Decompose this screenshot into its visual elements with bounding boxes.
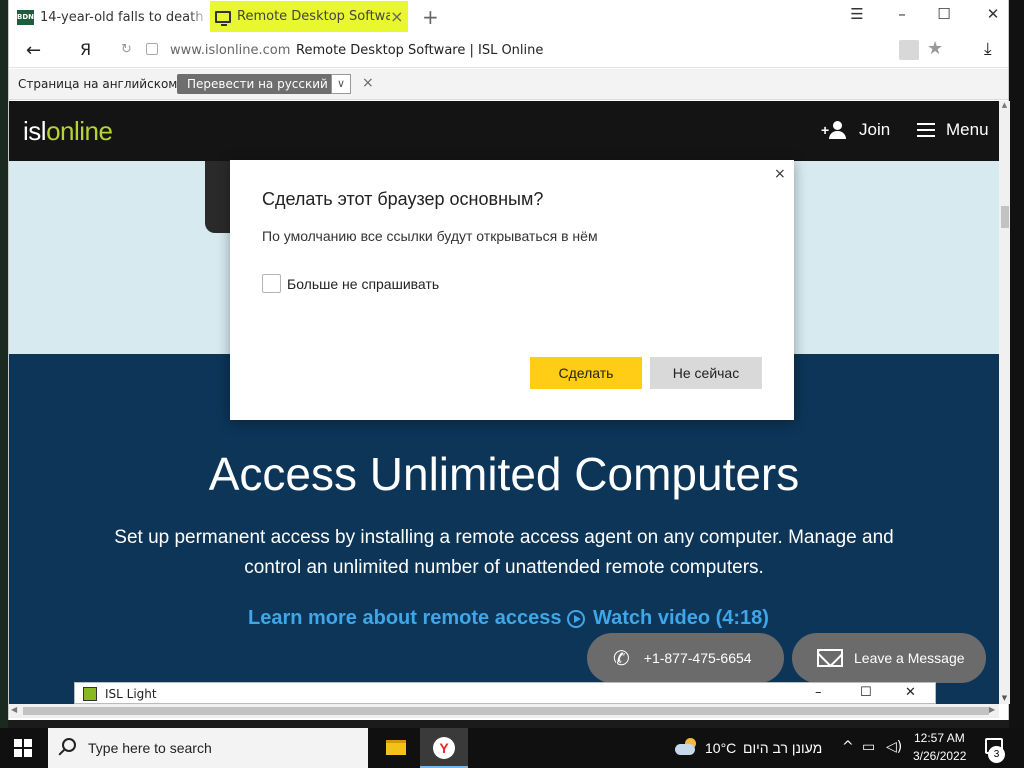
clock-time[interactable]: 12:57 AM bbox=[914, 731, 965, 745]
bookmark-star-icon[interactable]: ★ bbox=[927, 38, 943, 59]
weather-cloud-icon[interactable] bbox=[675, 738, 697, 756]
scroll-down-icon[interactable]: ▼ bbox=[999, 694, 1010, 704]
address-bar: ← Я ↻ www.islonline.com Remote Desktop S… bbox=[9, 33, 1008, 68]
windows-start-icon[interactable] bbox=[14, 739, 32, 757]
tab-news[interactable]: BDN 14-year-old falls to death fro bbox=[13, 3, 209, 31]
envelope-icon bbox=[817, 649, 843, 667]
watch-video-link[interactable]: Watch video (4:18) bbox=[567, 607, 769, 630]
isl-close-button[interactable]: ✕ bbox=[905, 685, 916, 700]
isl-maximize-button[interactable]: ☐ bbox=[860, 685, 872, 700]
hamburger-icon bbox=[917, 123, 935, 137]
weather-description[interactable]: מעונן רב היום bbox=[743, 740, 822, 756]
tab-close-icon[interactable]: × bbox=[390, 7, 404, 26]
network-icon[interactable]: ▭ bbox=[862, 739, 875, 755]
translate-close-icon[interactable]: × bbox=[362, 75, 374, 91]
yandex-icon: Y bbox=[433, 737, 455, 759]
join-label: Join bbox=[859, 120, 891, 139]
vertical-scrollbar[interactable]: ▲ ▼ bbox=[999, 101, 1010, 704]
volume-icon[interactable]: ◁) bbox=[886, 739, 902, 755]
new-tab-button[interactable]: + bbox=[422, 5, 439, 29]
dialog-title: Сделать этот браузер основным? bbox=[262, 189, 544, 209]
back-arrow-icon[interactable]: ← bbox=[26, 40, 41, 61]
menu-label: Menu bbox=[946, 120, 989, 139]
bdn-favicon-icon: BDN bbox=[17, 9, 34, 25]
scroll-right-icon[interactable]: ▶ bbox=[989, 705, 995, 714]
scroll-left-icon[interactable]: ◀ bbox=[11, 705, 17, 714]
reader-mode-icon[interactable] bbox=[899, 40, 919, 60]
monitor-icon bbox=[214, 9, 231, 26]
phone-number: +1-877-475-6654 bbox=[643, 650, 752, 666]
phone-button[interactable]: ✆ +1-877-475-6654 bbox=[587, 633, 784, 683]
minimize-button[interactable]: – bbox=[892, 5, 912, 23]
isl-online-logo[interactable]: islonline bbox=[23, 116, 113, 147]
desktop-background-right bbox=[1009, 0, 1024, 728]
learn-more-link[interactable]: Learn more about remote access bbox=[248, 607, 561, 630]
isl-light-icon bbox=[83, 687, 97, 701]
dialog-description: По умолчанию все ссылки будут открыватьс… bbox=[262, 228, 598, 244]
dont-ask-label[interactable]: Больше не спрашивать bbox=[287, 276, 439, 292]
yandex-browser-button[interactable]: Y bbox=[420, 728, 468, 768]
make-default-button[interactable]: Сделать bbox=[530, 357, 642, 389]
tab-title: 14-year-old falls to death fro bbox=[40, 9, 209, 25]
watch-video-label: Watch video (4:18) bbox=[593, 607, 769, 629]
hero-title: Access Unlimited Computers bbox=[208, 448, 800, 500]
dialog-close-icon[interactable]: × bbox=[774, 166, 786, 182]
chevron-up-icon[interactable]: ^ bbox=[842, 739, 854, 755]
scroll-up-icon[interactable]: ▲ bbox=[999, 101, 1010, 111]
site-info-icon[interactable] bbox=[146, 43, 158, 55]
close-window-button[interactable]: ✕ bbox=[983, 5, 1003, 23]
taskbar-search[interactable]: Type here to search bbox=[48, 728, 368, 768]
translate-button[interactable]: Перевести на русский bbox=[177, 74, 338, 94]
vertical-scroll-thumb[interactable] bbox=[1001, 206, 1009, 228]
tab-bar: BDN 14-year-old falls to death fro Remot… bbox=[9, 0, 1008, 33]
not-now-button[interactable]: Не сейчас bbox=[650, 357, 762, 389]
translate-info-text: Страница на английском bbox=[18, 77, 178, 91]
browser-menu-icon[interactable]: ☰ bbox=[847, 5, 867, 23]
search-placeholder: Type here to search bbox=[88, 740, 212, 756]
clock-date[interactable]: 3/26/2022 bbox=[913, 749, 966, 763]
isl-minimize-button[interactable]: – bbox=[815, 685, 822, 700]
hero-subtitle: Set up permanent access by installing a … bbox=[114, 527, 894, 578]
default-browser-dialog: × Сделать этот браузер основным? По умол… bbox=[230, 160, 794, 420]
tab-fade bbox=[189, 3, 209, 31]
add-person-icon: + bbox=[821, 121, 849, 139]
desktop-background bbox=[0, 0, 8, 728]
tab-isl-online[interactable]: Remote Desktop Software × bbox=[210, 1, 408, 32]
url-domain[interactable]: www.islonline.com bbox=[170, 43, 290, 58]
download-icon[interactable]: ⤓ bbox=[984, 39, 992, 59]
yandex-home-button[interactable]: Я bbox=[80, 40, 91, 59]
dont-ask-checkbox[interactable] bbox=[262, 274, 281, 293]
leave-message-label: Leave a Message bbox=[854, 650, 965, 666]
menu-button[interactable]: Menu bbox=[917, 120, 989, 140]
isl-light-window[interactable]: ISL Light – ☐ ✕ bbox=[74, 682, 936, 704]
horizontal-scroll-thumb[interactable] bbox=[23, 707, 989, 715]
search-icon bbox=[62, 738, 76, 752]
translate-dropdown-icon[interactable]: ∨ bbox=[331, 74, 351, 94]
weather-temperature[interactable]: 10°C bbox=[705, 740, 736, 756]
play-circle-icon bbox=[567, 609, 585, 628]
translate-bar: Страница на английском Перевести на русс… bbox=[9, 69, 1008, 100]
maximize-button[interactable]: ☐ bbox=[934, 5, 954, 23]
phone-icon: ✆ bbox=[613, 647, 630, 670]
reload-icon[interactable]: ↻ bbox=[121, 42, 132, 57]
file-explorer-button[interactable] bbox=[372, 728, 420, 768]
site-header: islonline + Join Menu bbox=[9, 101, 999, 161]
notification-count: 3 bbox=[988, 746, 1005, 763]
join-link[interactable]: + Join bbox=[821, 120, 891, 140]
folder-icon bbox=[386, 740, 406, 755]
isl-light-title: ISL Light bbox=[105, 687, 157, 701]
taskbar: Type here to search Y 10°C מעונן רב היום… bbox=[0, 728, 1024, 768]
tab-title: Remote Desktop Software bbox=[237, 9, 390, 24]
url-page-title[interactable]: Remote Desktop Software | ISL Online bbox=[296, 43, 543, 58]
leave-message-button[interactable]: Leave a Message bbox=[792, 633, 986, 683]
horizontal-scrollbar[interactable]: ◀ ▶ bbox=[9, 704, 999, 718]
